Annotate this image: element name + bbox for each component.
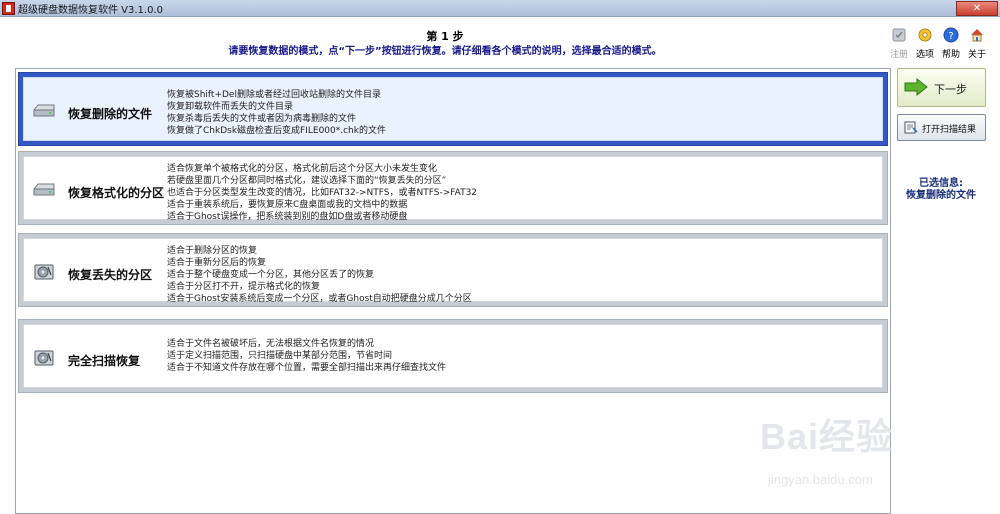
selected-info-label: 已选信息: [919, 178, 963, 189]
mode-line: 适合于整个硬盘变成一个分区，其他分区丢了的恢复 [167, 270, 375, 280]
mode-line: 适合于Ghost误操作，把系统装到别的盘如D盘或者移动硬盘 [167, 212, 408, 222]
options-button[interactable]: 选项 [914, 27, 936, 60]
hard-drive-icon [33, 104, 55, 117]
mode-line: 适合于文件名被破坏后，无法根据文件名恢复的情况 [167, 339, 375, 349]
mode-line: 恢复被Shift+Del删除或者经过回收站删除的文件目录 [167, 90, 381, 100]
gear-icon [918, 28, 932, 42]
header: 第 1 步 请要恢复数据的模式，点“下一步”按钮进行恢复。请仔细看各个模式的说明… [0, 17, 1000, 67]
mode-line: 适合于删除分区的恢复 [167, 246, 258, 256]
mode-full-scan-recovery[interactable]: 完全扫描恢复 适合于文件名被破坏后，无法根据文件名恢复的情况 适于定义扫描范围，… [18, 319, 888, 393]
selected-info: 已选信息: 恢复删除的文件 [897, 178, 985, 202]
mode-line: 适合于重装系统后，要恢复原来C盘桌面或我的文档中的数据 [167, 200, 408, 210]
mode-title: 恢复丢失的分区 [68, 268, 153, 282]
step-description: 请要恢复数据的模式，点“下一步”按钮进行恢复。请仔细看各个模式的说明，选择最合适… [228, 46, 662, 57]
title-bar: 超级硬盘数据恢复软件 V3.1.0.0 ✕ [0, 0, 1000, 17]
mode-recover-deleted-files[interactable]: 恢复删除的文件 恢复被Shift+Del删除或者经过回收站删除的文件目录 恢复卸… [18, 72, 888, 146]
next-step-button[interactable]: 下一步 [897, 68, 986, 107]
hard-drive-open-icon [34, 350, 54, 366]
home-icon [971, 29, 983, 42]
mode-title: 恢复删除的文件 [68, 107, 153, 121]
mode-description: 适合恢复单个被格式化的分区，格式化前后这个分区大小未发生变化 若硬盘里面几个分区… [167, 163, 477, 223]
mode-line: 恢复做了ChkDsk磁盘检查后变成FILE000*.chk的文件 [167, 126, 386, 136]
mode-line: 适合于重新分区后的恢复 [167, 258, 267, 268]
register-icon [892, 28, 906, 42]
top-toolbar: 注册 选项 ? 帮助 关于 [888, 27, 988, 60]
window-title: 超级硬盘数据恢复软件 V3.1.0.0 [18, 5, 164, 16]
help-label: 帮助 [941, 50, 960, 60]
open-scan-results-label: 打开扫描结果 [922, 125, 977, 135]
mode-line: 也适合于分区类型发生改变的情况，比如FAT32->NTFS，或者NTFS->FA… [167, 188, 478, 198]
mode-line: 适于定义扫描范围，只扫描硬盘中某部分范围，节省时间 [167, 351, 393, 361]
mode-title: 完全扫描恢复 [68, 354, 141, 368]
mode-line: 若硬盘里面几个分区都同时格式化，建议选择下面的“恢复丢失的分区” [167, 176, 447, 186]
selected-info-value: 恢复删除的文件 [906, 190, 976, 201]
svg-text:?: ? [948, 31, 953, 42]
mode-description: 适合于文件名被破坏后，无法根据文件名恢复的情况 适于定义扫描范围，只扫描硬盘中某… [167, 338, 446, 374]
mode-line: 适合于不知道文件存放在哪个位置，需要全部扫描出来再仔细查找文件 [167, 363, 447, 373]
mode-list-panel: 恢复删除的文件 恢复被Shift+Del删除或者经过回收站删除的文件目录 恢复卸… [15, 68, 891, 514]
options-label: 选项 [915, 50, 934, 60]
mode-line: 适合于Ghost安装系统后变成一个分区，或者Ghost自动把硬盘分成几个分区 [167, 294, 472, 304]
mode-line: 适合恢复单个被格式化的分区，格式化前后这个分区大小未发生变化 [167, 164, 438, 174]
hard-drive-icon [33, 183, 55, 196]
close-window-button[interactable]: ✕ [956, 1, 998, 16]
about-label: 关于 [967, 50, 986, 60]
register-button[interactable]: 注册 [888, 27, 910, 60]
hard-drive-open-icon [34, 264, 54, 280]
mode-recover-lost-partition[interactable]: 恢复丢失的分区 适合于删除分区的恢复 适合于重新分区后的恢复 适合于整个硬盘变成… [18, 233, 888, 307]
mode-description: 适合于删除分区的恢复 适合于重新分区后的恢复 适合于整个硬盘变成一个分区，其他分… [167, 245, 472, 305]
mode-description: 恢复被Shift+Del删除或者经过回收站删除的文件目录 恢复卸载软件而丢失的文… [167, 89, 386, 137]
open-scan-results-button[interactable]: 打开扫描结果 [897, 114, 986, 141]
mode-line: 恢复卸载软件而丢失的文件目录 [167, 102, 294, 112]
app-icon [2, 2, 15, 15]
next-step-label: 下一步 [934, 83, 967, 96]
mode-line: 恢复杀毒后丢失的文件或者因为病毒删除的文件 [167, 114, 357, 124]
register-label: 注册 [889, 50, 908, 60]
about-button[interactable]: 关于 [966, 27, 988, 60]
green-arrow-icon [904, 78, 928, 96]
mode-recover-formatted-partition[interactable]: 恢复格式化的分区 适合恢复单个被格式化的分区，格式化前后这个分区大小未发生变化 … [18, 151, 888, 225]
help-icon: ? [943, 27, 959, 43]
mode-line: 适合于分区打不开，提示格式化的恢复 [167, 282, 321, 292]
open-scan-icon [904, 121, 918, 134]
help-button[interactable]: ? 帮助 [940, 27, 962, 60]
mode-title: 恢复格式化的分区 [68, 186, 165, 200]
